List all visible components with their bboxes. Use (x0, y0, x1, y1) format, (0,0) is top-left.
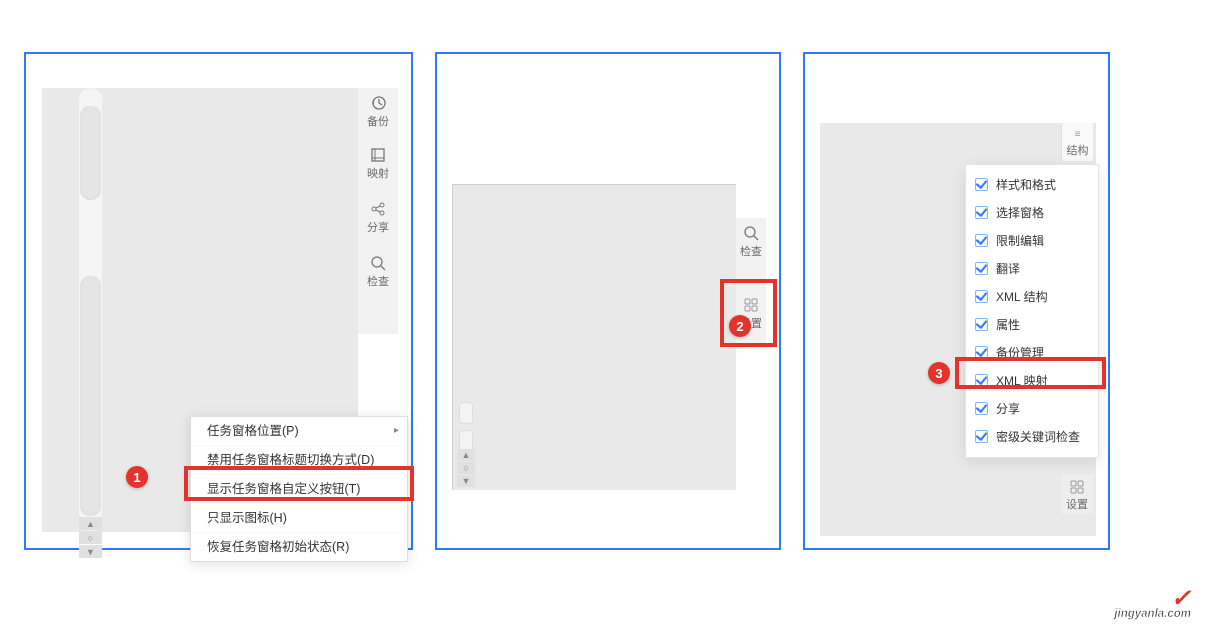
checkbox-checked-icon (975, 206, 988, 219)
hamburger-icon: ≡ (1075, 129, 1081, 140)
step-badge-2: 2 (729, 315, 751, 337)
submenu-arrow-icon: ▸ (394, 417, 399, 445)
check-item-limit-edit[interactable]: 限制编辑 (966, 227, 1098, 255)
checkbox-checked-icon (975, 262, 988, 275)
scroll-up-button[interactable]: ▲ (457, 449, 475, 461)
scroll-select-button[interactable]: ○ (79, 531, 102, 544)
checkbox-checked-icon (975, 402, 988, 415)
scroll-down-button[interactable]: ▼ (79, 545, 102, 558)
check-item-crypto-keyword-label: 密级关键词检查 (996, 430, 1080, 444)
check-item-properties[interactable]: 属性 (966, 311, 1098, 339)
step-badge-3-label: 3 (935, 366, 942, 381)
highlight-properties-item (955, 357, 1106, 389)
rail-share-label: 分享 (358, 222, 398, 234)
rail-mapping-label: 映射 (358, 168, 398, 180)
menu-restore-initial-label: 恢复任务窗格初始状态(R) (207, 540, 349, 554)
menu-disable-title-switch-label: 禁用任务窗格标题切换方式(D) (207, 453, 374, 467)
settings-button-label: 设置 (1061, 496, 1093, 512)
rail-backup-label: 备份 (358, 116, 398, 128)
checkbox-checked-icon (975, 430, 988, 443)
scroll-knob-top[interactable] (459, 402, 473, 424)
scroll-thumb-top[interactable] (80, 106, 101, 200)
step-badge-2-label: 2 (736, 319, 743, 334)
step-badge-1: 1 (126, 466, 148, 488)
rail-inspect-label: 检查 (358, 276, 398, 288)
rail-inspect-button[interactable]: 检查 (358, 254, 398, 288)
watermark: 经验啦 ✓ jingyanla.com (1105, 587, 1191, 621)
step-badge-1-label: 1 (133, 470, 140, 485)
inspect-icon (369, 254, 387, 272)
checkbox-checked-icon (975, 234, 988, 247)
structure-button-label: 结构 (1062, 142, 1093, 158)
scroll-up-button[interactable]: ▲ (79, 517, 102, 530)
check-item-share-label: 分享 (996, 402, 1020, 416)
rail-inspect-button[interactable]: 检查 (736, 224, 766, 258)
check-item-select-pane[interactable]: 选择窗格 (966, 199, 1098, 227)
menu-restore-initial[interactable]: 恢复任务窗格初始状态(R) (191, 533, 407, 561)
check-item-xml-structure[interactable]: XML 结构 (966, 283, 1098, 311)
menu-icons-only-label: 只显示图标(H) (207, 511, 287, 525)
check-item-translate-label: 翻译 (996, 262, 1020, 276)
highlight-settings-button (720, 279, 777, 347)
settings-button[interactable]: 设置 (1061, 474, 1093, 514)
scroll-select-button[interactable]: ○ (457, 462, 475, 474)
check-item-style[interactable]: 样式和格式 (966, 171, 1098, 199)
taskpane-selector-popup: 样式和格式 选择窗格 限制编辑 翻译 XML 结构 属性 备份管理 XML 映射… (965, 164, 1099, 458)
rail-inspect-label: 检查 (736, 246, 766, 258)
inspect-icon (742, 224, 760, 242)
menu-taskpane-position-label: 任务窗格位置(P) (207, 424, 299, 438)
document-area (452, 184, 736, 490)
right-side-rail: 备份 映射 分享 检查 (358, 88, 398, 334)
tutorial-step-1-panel: ▲ ○ ▼ 备份 映射 分享 检查 任务窗格位置(P) (24, 52, 413, 550)
rail-mapping-button[interactable]: 映射 (358, 146, 398, 180)
checkbox-checked-icon (975, 318, 988, 331)
checkbox-checked-icon (975, 290, 988, 303)
checkbox-checked-icon (975, 178, 988, 191)
check-item-select-pane-label: 选择窗格 (996, 206, 1044, 220)
check-item-crypto-keyword[interactable]: 密级关键词检查 (966, 423, 1098, 451)
check-item-xml-structure-label: XML 结构 (996, 290, 1048, 304)
scroll-down-button[interactable]: ▼ (457, 475, 475, 487)
menu-icons-only[interactable]: 只显示图标(H) (191, 504, 407, 533)
mapping-icon (369, 146, 387, 164)
check-item-properties-label: 属性 (996, 318, 1020, 332)
tutorial-step-3-panel: ≡ 结构 设置 样式和格式 选择窗格 限制编辑 翻译 XML 结构 属性 备份管… (803, 52, 1110, 550)
check-item-limit-edit-label: 限制编辑 (996, 234, 1044, 248)
history-icon (369, 94, 387, 112)
check-item-translate[interactable]: 翻译 (966, 255, 1098, 283)
highlight-menu-show-custom-button (184, 466, 414, 501)
check-item-style-label: 样式和格式 (996, 178, 1056, 192)
watermark-url: jingyanla.com (1105, 609, 1191, 621)
structure-button[interactable]: ≡ 结构 (1061, 123, 1093, 161)
scroll-thumb-bottom[interactable] (80, 276, 101, 516)
rail-share-button[interactable]: 分享 (358, 200, 398, 234)
tutorial-step-2-panel: ▲ ○ ▼ 检查 设置 (435, 52, 781, 550)
step-badge-3: 3 (928, 362, 950, 384)
share-icon (369, 200, 387, 218)
menu-taskpane-position[interactable]: 任务窗格位置(P) ▸ (191, 417, 407, 446)
watermark-text: 经验啦 (1105, 587, 1165, 609)
rail-backup-button[interactable]: 备份 (358, 94, 398, 128)
check-item-share[interactable]: 分享 (966, 395, 1098, 423)
grid-icon (1068, 478, 1086, 496)
